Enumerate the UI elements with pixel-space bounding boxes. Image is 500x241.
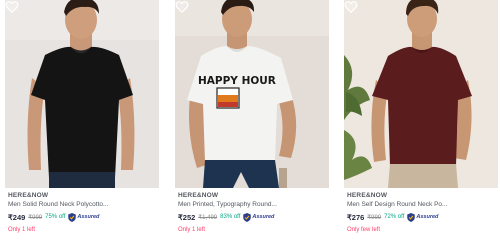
heart-icon[interactable] [5,0,19,14]
selling-price: ₹249 [8,212,26,222]
stock-status: Only 1 left [178,227,206,233]
price-row: ₹252 ₹1,499 83% off Assured [178,212,329,222]
heart-icon[interactable] [175,0,189,14]
mrp-price: ₹1,499 [198,214,218,221]
assured-label: Assured [252,214,275,220]
price-row: ₹249 ₹999 75% off Assured [8,212,159,222]
shield-icon [68,212,77,222]
product-card[interactable]: HERE&NOW Men Self Design Round Neck Po..… [344,0,498,241]
mrp-price: ₹999 [367,214,382,221]
assured-badge: Assured [407,212,439,222]
assured-badge: Assured [243,212,275,222]
product-info: HERE&NOW Men Solid Round Neck Polycotto.… [8,192,159,234]
heart-icon[interactable] [344,0,358,14]
product-title[interactable]: Men Self Design Round Neck Po... [347,200,459,209]
shield-icon [407,212,416,222]
product-image[interactable] [5,0,159,188]
selling-price: ₹252 [178,212,196,222]
discount-label: 75% off [45,214,66,220]
brand-name: HERE&NOW [178,192,219,199]
product-card[interactable]: HERE&NOW Men Solid Round Neck Polycotto.… [5,0,159,241]
price-row: ₹276 ₹999 72% off Assured [347,212,498,222]
product-info: HERE&NOW Men Printed, Typography Round..… [178,192,329,234]
assured-label: Assured [77,214,100,220]
discount-label: 83% off [220,214,241,220]
assured-label: Assured [416,214,439,220]
product-grid: HERE&NOW Men Solid Round Neck Polycotto.… [0,0,500,241]
assured-badge: Assured [68,212,100,222]
brand-name: HERE&NOW [347,192,388,199]
product-image[interactable]: HAPPY HOUR [175,0,329,188]
stock-status: Only few left [347,227,381,233]
mrp-price: ₹999 [28,214,43,221]
brand-name: HERE&NOW [8,192,49,199]
product-card[interactable]: HAPPY HOUR HERE&NOW Men Printed, Typogra… [175,0,329,241]
print-text: HAPPY HOUR [198,75,276,87]
product-title[interactable]: Men Solid Round Neck Polycotto... [8,200,120,209]
product-image[interactable] [344,0,498,188]
product-title[interactable]: Men Printed, Typography Round... [178,200,290,209]
selling-price: ₹276 [347,212,365,222]
product-info: HERE&NOW Men Self Design Round Neck Po..… [347,192,498,234]
shield-icon [243,212,252,222]
discount-label: 72% off [384,214,405,220]
stock-status: Only 1 left [8,227,36,233]
